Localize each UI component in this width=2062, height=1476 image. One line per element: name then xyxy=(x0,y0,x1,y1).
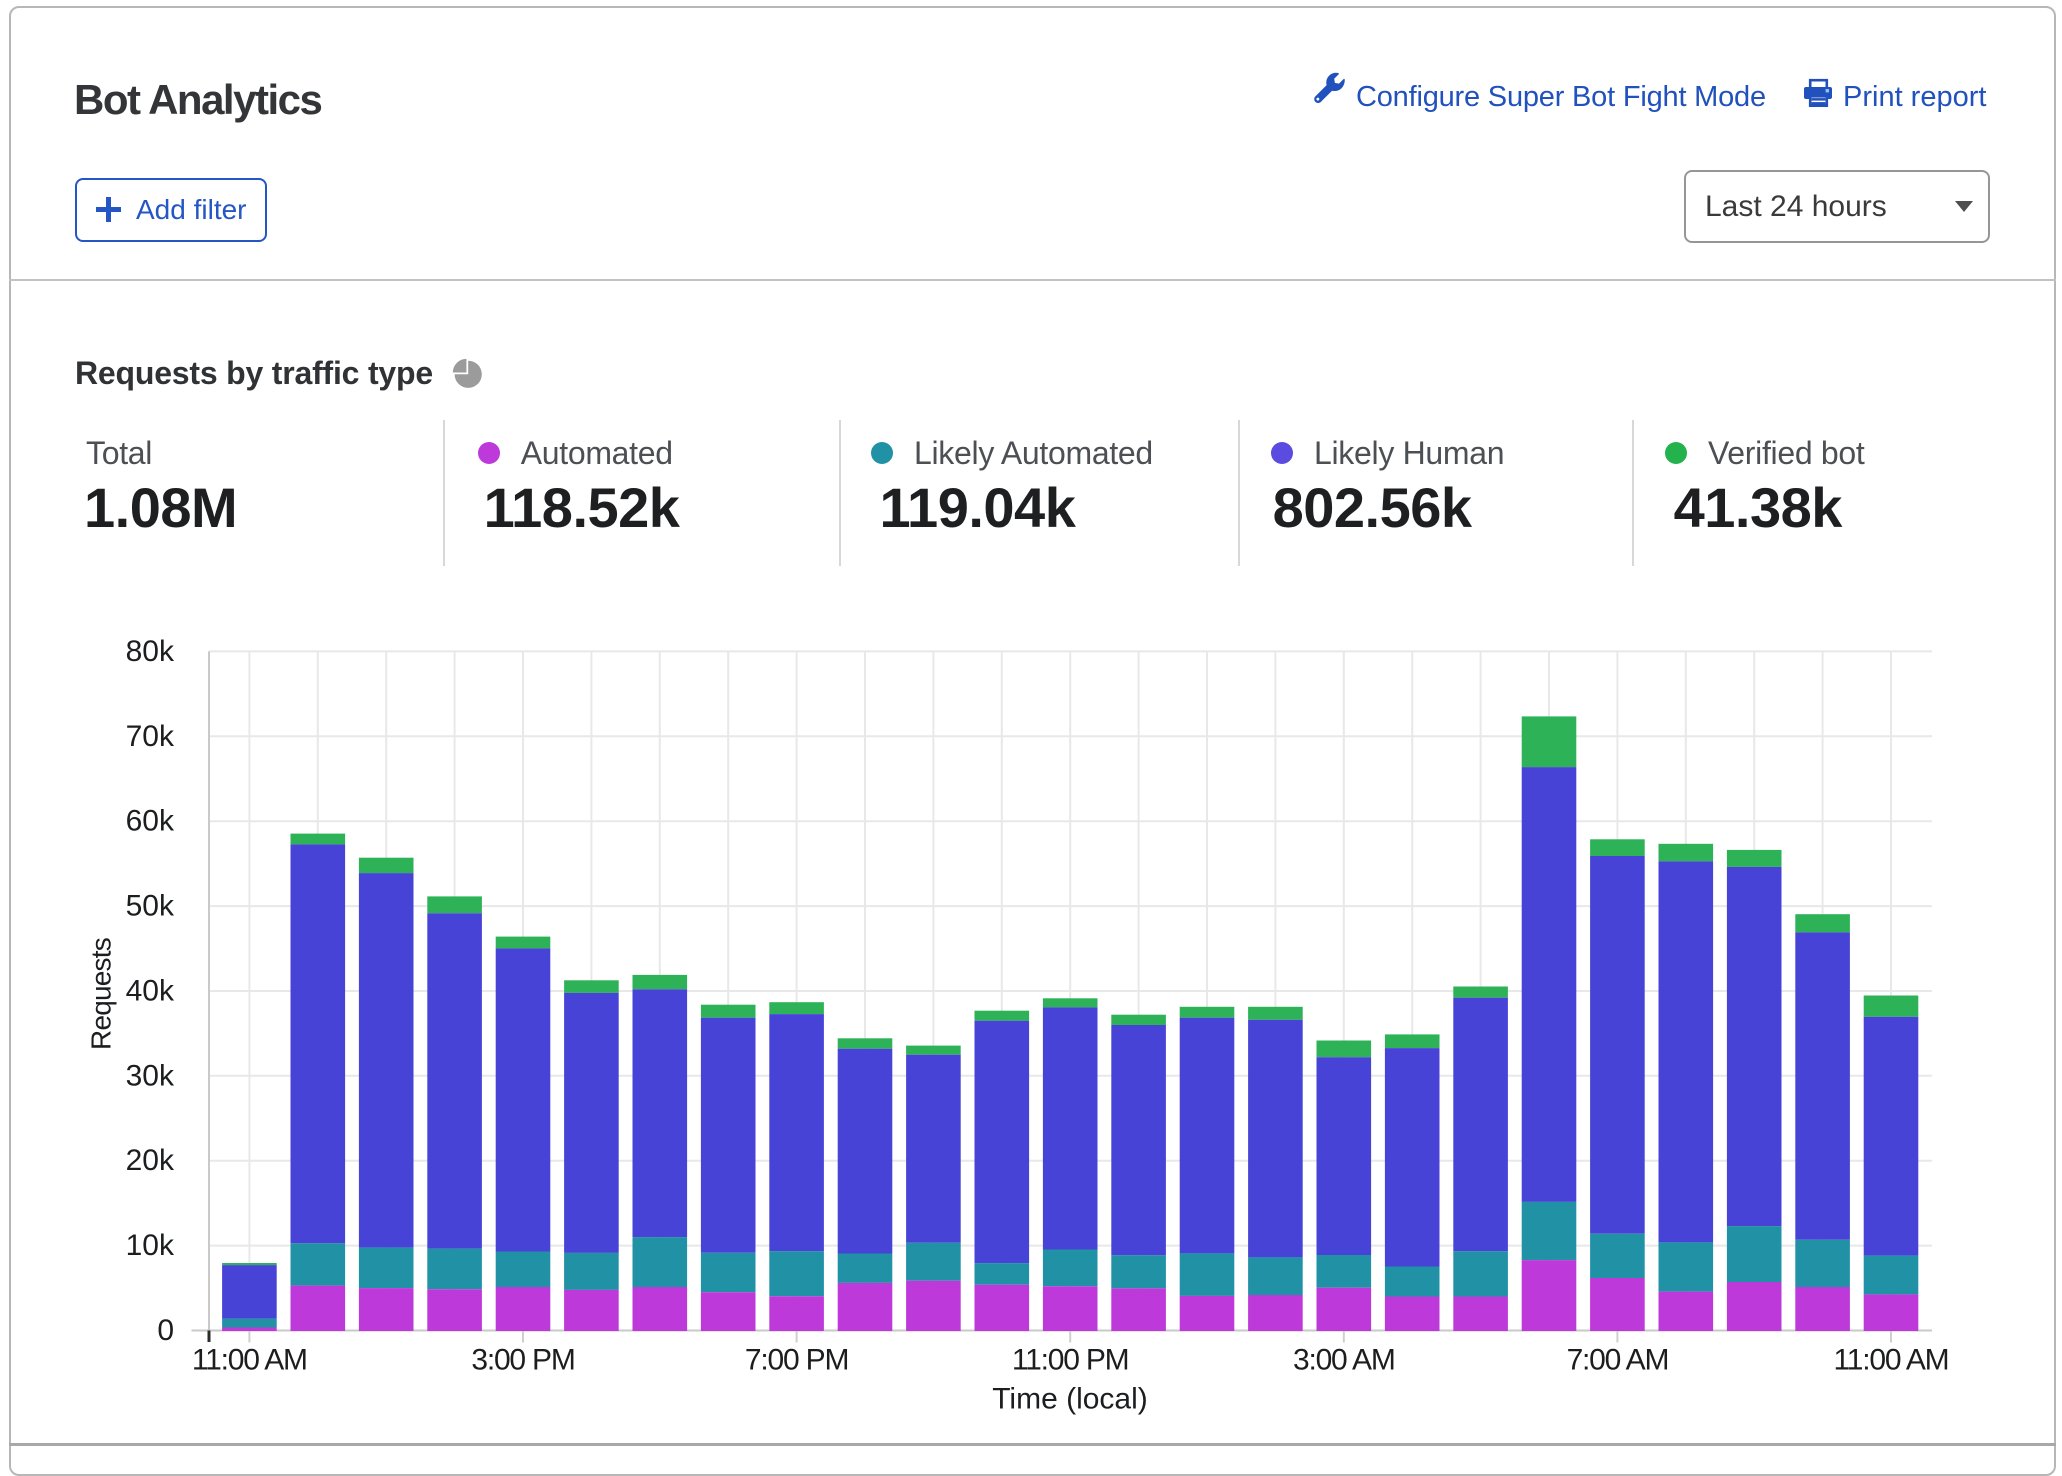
svg-text:20k: 20k xyxy=(126,1144,175,1177)
svg-text:7:00 AM: 7:00 AM xyxy=(1567,1344,1669,1377)
svg-text:7:00 PM: 7:00 PM xyxy=(745,1344,848,1377)
svg-text:3:00 AM: 3:00 AM xyxy=(1293,1344,1395,1377)
svg-text:30k: 30k xyxy=(126,1059,175,1092)
svg-text:50k: 50k xyxy=(126,890,175,923)
svg-text:Time (local): Time (local) xyxy=(992,1383,1148,1416)
svg-text:10k: 10k xyxy=(126,1229,175,1262)
svg-text:Requests: Requests xyxy=(86,938,117,1050)
svg-text:40k: 40k xyxy=(126,975,175,1008)
svg-text:3:00 PM: 3:00 PM xyxy=(471,1344,574,1377)
svg-text:11:00 PM: 11:00 PM xyxy=(1012,1344,1129,1377)
svg-text:70k: 70k xyxy=(126,720,175,753)
svg-text:60k: 60k xyxy=(126,805,175,838)
svg-text:80k: 80k xyxy=(126,635,175,668)
svg-text:11:00 AM: 11:00 AM xyxy=(192,1344,307,1377)
svg-text:0: 0 xyxy=(157,1314,174,1347)
svg-text:11:00 AM: 11:00 AM xyxy=(1834,1344,1949,1377)
